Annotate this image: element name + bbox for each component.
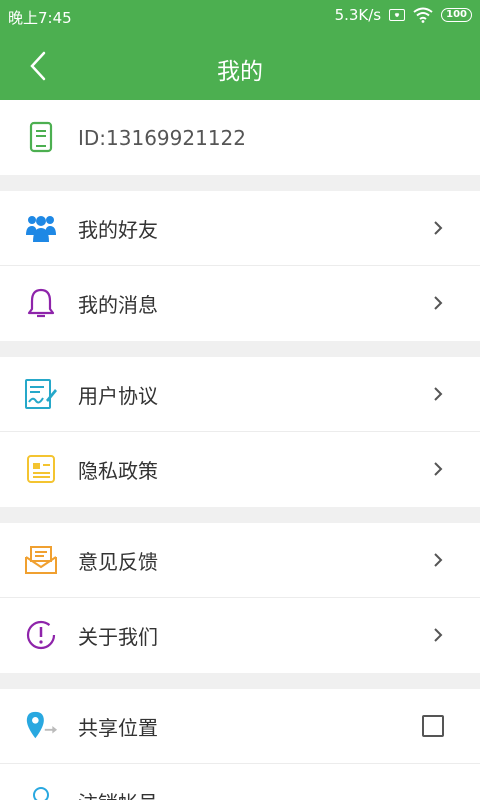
menu-label-feedback: 意见反馈 (78, 549, 158, 574)
menu-label-messages: 我的消息 (78, 293, 158, 317)
status-time: 晚上7:45 (8, 9, 72, 27)
chevron-right-icon (434, 553, 443, 567)
page-title: 我的 (217, 59, 263, 85)
menu-item-about-us[interactable]: 关于我们 (0, 598, 480, 673)
chevron-right-icon (434, 462, 443, 476)
menu-item-feedback[interactable]: 意见反馈 (0, 523, 480, 598)
legal-section: 用户协议 隐私政策 (0, 357, 480, 507)
menu-item-user-agreement[interactable]: 用户协议 (0, 357, 480, 432)
menu-item-share-location[interactable]: 共享位置 (0, 689, 480, 764)
feedback-envelope-icon (24, 543, 58, 577)
menu-label-privacy-policy: 隐私政策 (78, 459, 158, 483)
account-id-row: ID:13169921122 (0, 100, 480, 175)
menu-label-friends: 我的好友 (78, 217, 158, 242)
network-speed: 5.3K/s (334, 6, 382, 24)
menu-item-messages[interactable]: 我的消息 (0, 266, 480, 341)
wifi-icon (413, 7, 433, 23)
menu-label-share-location: 共享位置 (78, 715, 158, 740)
menu-item-cancel-account[interactable]: 注销帐号 (0, 764, 480, 800)
agreement-sign-icon (24, 377, 58, 411)
chevron-right-icon (434, 628, 443, 642)
support-section: 意见反馈 关于我们 (0, 523, 480, 673)
chevron-right-icon (434, 387, 443, 401)
chevron-right-icon (434, 221, 443, 235)
account-section: ID:13169921122 (0, 100, 480, 175)
info-exclamation-icon (24, 618, 58, 652)
user-icon (24, 784, 58, 800)
battery-indicator: 100 (441, 8, 472, 22)
id-card-icon (24, 120, 58, 154)
menu-item-privacy-policy[interactable]: 隐私政策 (0, 432, 480, 507)
account-id-text: ID:13169921122 (78, 125, 247, 150)
chevron-right-icon (434, 296, 443, 310)
menu-label-about-us: 关于我们 (78, 625, 158, 649)
menu-item-friends[interactable]: 我的好友 (0, 191, 480, 266)
privacy-document-icon (24, 452, 58, 486)
bell-icon (24, 286, 58, 320)
sim-icon (389, 9, 406, 21)
share-location-checkbox[interactable] (422, 715, 444, 737)
account-actions-section: 共享位置 注销帐号 (0, 689, 480, 800)
menu-label-cancel-account: 注销帐号 (78, 787, 158, 800)
friends-icon (24, 211, 58, 245)
social-section: 我的好友 我的消息 (0, 191, 480, 341)
status-bar: 晚上7:45 5.3K/s 100 (0, 0, 480, 32)
title-bar: 我的 (0, 32, 480, 100)
location-pin-icon (24, 709, 58, 743)
menu-label-user-agreement: 用户协议 (78, 383, 158, 408)
